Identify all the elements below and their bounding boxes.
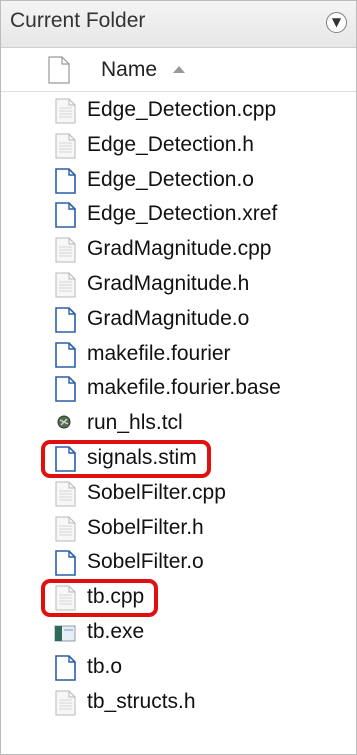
file-row[interactable]: tb.o <box>1 651 356 684</box>
current-folder-panel: Current Folder ▼ Name Edge_Detection.cpp… <box>0 0 357 755</box>
panel-title: Current Folder <box>10 9 146 32</box>
source-file-icon <box>53 237 77 263</box>
file-name[interactable]: Edge_Detection.xref <box>87 202 277 226</box>
file-row[interactable]: SobelFilter.cpp <box>1 477 356 510</box>
highlight-annotation <box>41 440 211 478</box>
file-row[interactable]: Edge_Detection.h <box>1 129 356 162</box>
file-row[interactable]: GradMagnitude.cpp <box>1 233 356 266</box>
file-row[interactable]: SobelFilter.h <box>1 512 356 545</box>
file-row[interactable]: Edge_Detection.cpp <box>1 94 356 127</box>
column-header[interactable]: Name <box>1 48 356 92</box>
panel-menu-button[interactable]: ▼ <box>326 12 347 33</box>
generic-file-icon <box>53 376 77 403</box>
source-file-icon <box>53 272 77 298</box>
source-file-icon <box>53 133 77 159</box>
generic-file-icon <box>53 167 77 194</box>
file-row[interactable]: run_hls.tcl <box>1 407 356 440</box>
file-name[interactable]: Edge_Detection.h <box>87 133 254 157</box>
file-name[interactable]: GradMagnitude.cpp <box>87 237 271 261</box>
highlight-annotation <box>41 579 158 618</box>
file-name[interactable]: makefile.fourier.base <box>87 376 281 400</box>
file-name[interactable]: SobelFilter.cpp <box>87 481 226 505</box>
file-row[interactable]: makefile.fourier <box>1 338 356 371</box>
file-name[interactable]: run_hls.tcl <box>87 411 183 435</box>
file-row[interactable]: tb_structs.h <box>1 686 356 719</box>
generic-file-icon <box>53 202 77 229</box>
source-file-icon <box>53 690 77 716</box>
sort-ascending-icon <box>173 66 185 73</box>
executable-icon <box>53 620 77 646</box>
generic-file-icon <box>53 341 77 368</box>
column-name-label[interactable]: Name <box>101 58 157 82</box>
file-row[interactable]: makefile.fourier.base <box>1 372 356 405</box>
file-name[interactable]: GradMagnitude.o <box>87 307 249 331</box>
file-name[interactable]: makefile.fourier <box>87 342 231 366</box>
file-name[interactable]: tb.o <box>87 655 122 679</box>
file-row[interactable]: Edge_Detection.o <box>1 164 356 197</box>
file-row[interactable]: tb.exe <box>1 616 356 649</box>
file-name[interactable]: SobelFilter.o <box>87 550 204 574</box>
file-name[interactable]: tb.exe <box>87 620 144 644</box>
generic-file-icon <box>53 306 77 333</box>
file-row[interactable]: Edge_Detection.xref <box>1 198 356 231</box>
chevron-down-icon: ▼ <box>331 15 342 29</box>
generic-file-icon <box>53 550 77 577</box>
source-file-icon <box>53 481 77 507</box>
file-name[interactable]: GradMagnitude.h <box>87 272 249 296</box>
file-name[interactable]: Edge_Detection.o <box>87 168 254 192</box>
source-file-icon <box>53 516 77 542</box>
file-row[interactable]: GradMagnitude.h <box>1 268 356 301</box>
source-file-icon <box>53 98 77 124</box>
panel-titlebar: Current Folder ▼ <box>1 1 356 48</box>
file-row[interactable]: SobelFilter.o <box>1 546 356 579</box>
tcl-script-icon <box>53 411 77 437</box>
file-name[interactable]: SobelFilter.h <box>87 516 204 540</box>
generic-file-icon <box>53 654 77 681</box>
file-row[interactable]: GradMagnitude.o <box>1 303 356 336</box>
file-name[interactable]: tb_structs.h <box>87 690 196 714</box>
file-name[interactable]: Edge_Detection.cpp <box>87 98 276 122</box>
file-type-column-icon <box>48 56 70 84</box>
